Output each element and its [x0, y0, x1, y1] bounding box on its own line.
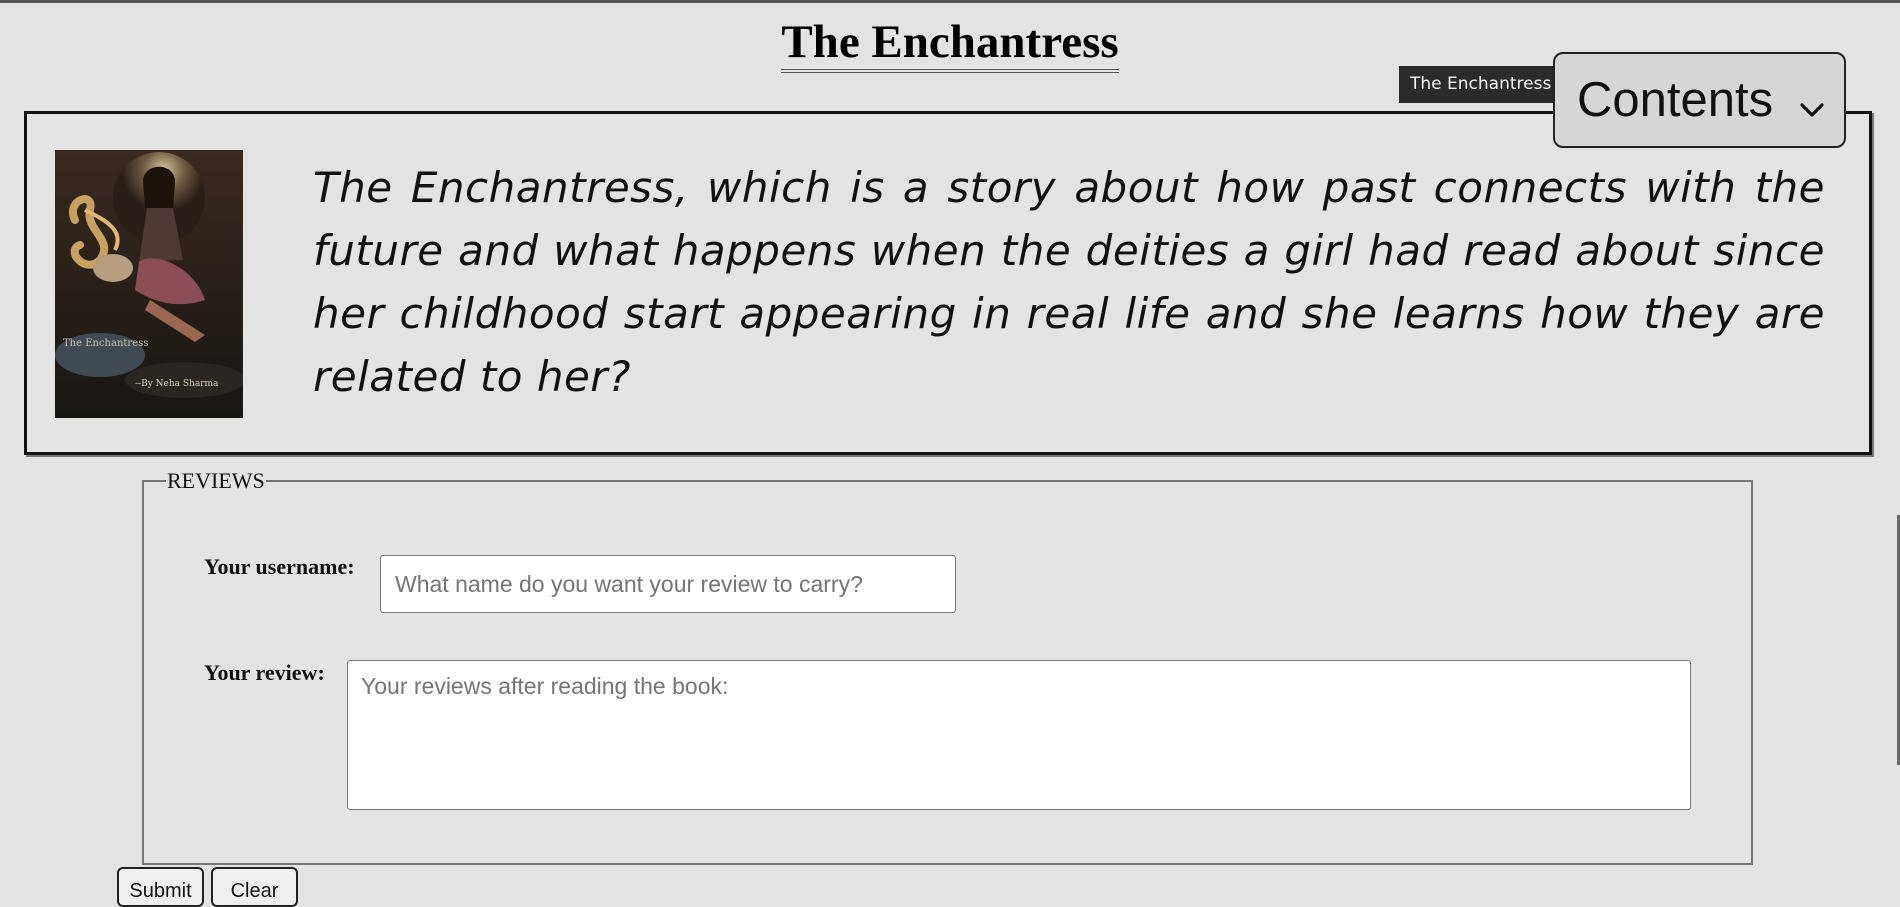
top-border: [0, 0, 1900, 3]
svg-text:The Enchantress: The Enchantress: [63, 338, 148, 349]
review-label: Your review:: [204, 660, 325, 685]
review-textarea[interactable]: [347, 660, 1691, 810]
chevron-down-icon: [1799, 75, 1825, 131]
reviews-fieldset: REVIEWS Your username: Your review:: [142, 470, 1753, 865]
contents-dropdown-button[interactable]: Contents: [1553, 52, 1846, 148]
clear-button[interactable]: Clear: [211, 867, 298, 907]
svg-text:--By Neha Sharma: --By Neha Sharma: [135, 379, 219, 389]
book-cover-image: The Enchantress --By Neha Sharma: [55, 150, 245, 418]
submit-button[interactable]: Submit: [117, 867, 204, 907]
contents-label: Contents: [1577, 73, 1774, 127]
username-label: Your username:: [204, 554, 355, 579]
book-description: The Enchantress, which is a story about …: [313, 163, 1825, 401]
username-input[interactable]: [380, 555, 956, 613]
reviews-legend: REVIEWS: [166, 468, 266, 493]
book-summary-panel: The Enchantress --By Neha Sharma The Enc…: [24, 111, 1872, 455]
tooltip: The Enchantress: [1399, 66, 1563, 103]
